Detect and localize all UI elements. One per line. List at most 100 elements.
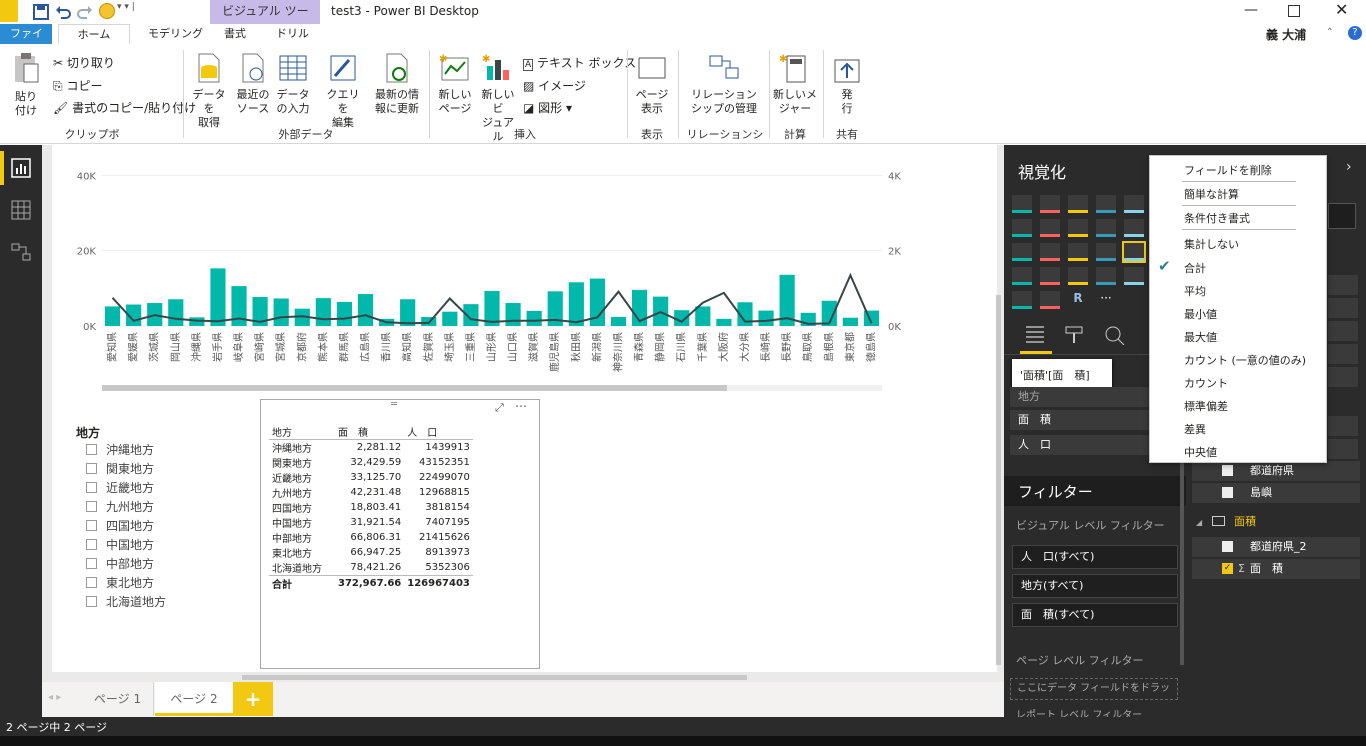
slicer-item[interactable]: 沖縄地方: [86, 441, 154, 460]
field-row-hidden[interactable]: [1328, 416, 1358, 436]
textbox-button[interactable]: A テキスト ボックス: [523, 54, 636, 71]
tab-modeling[interactable]: モデリング: [140, 24, 211, 44]
table-menseki[interactable]: ◢ 面積: [1196, 513, 1256, 529]
new-measure-button[interactable]: ✱ 新しいメ ジャー: [773, 52, 817, 116]
checkbox-unchecked[interactable]: [86, 539, 97, 550]
slicer-item[interactable]: 中部地方: [86, 555, 154, 574]
gauge-icon[interactable]: [1068, 267, 1088, 285]
tab-format[interactable]: 書式: [216, 24, 254, 44]
table-row[interactable]: 四国地方 18,803.41 3818154: [269, 500, 473, 515]
checkbox-unchecked[interactable]: [86, 463, 97, 474]
expand-pane-icon[interactable]: ›: [1346, 159, 1352, 175]
relationships-view-icon[interactable]: [11, 242, 31, 262]
slicer-item[interactable]: 北海道地方: [86, 593, 166, 612]
analytics-icon[interactable]: [1104, 325, 1126, 345]
checkbox-unchecked[interactable]: [1222, 487, 1233, 498]
context-menu-item[interactable]: フィールドを削除: [1184, 162, 1272, 178]
paste-button[interactable]: 貼り 付け: [10, 52, 42, 118]
total-row[interactable]: 合計 372,967.66 126967403: [269, 575, 473, 591]
table-row[interactable]: 沖縄地方 2,281.12 1439913: [269, 440, 473, 455]
map-icon[interactable]: [1096, 243, 1116, 261]
checkbox-checked-icon[interactable]: ✓: [1222, 563, 1233, 574]
table-row[interactable]: 近畿地方 33,125.70 22499070: [269, 470, 473, 485]
checkbox-unchecked[interactable]: [86, 596, 97, 607]
field-well-area[interactable]: 面 積: [1010, 410, 1150, 430]
checkbox-unchecked[interactable]: [86, 577, 97, 588]
checkbox-unchecked[interactable]: [86, 482, 97, 493]
user-name[interactable]: 義 大浦: [1266, 26, 1306, 43]
table-row[interactable]: 九州地方 42,231.48 12968815: [269, 485, 473, 500]
report-view-icon[interactable]: [11, 158, 31, 178]
treemap-icon[interactable]: [1068, 243, 1088, 261]
checkbox-unchecked[interactable]: [1222, 541, 1233, 552]
paint-roller-icon[interactable]: [1064, 325, 1086, 345]
100-bar-icon[interactable]: [1124, 195, 1144, 213]
checkbox-unchecked[interactable]: [86, 444, 97, 455]
focus-mode-icon[interactable]: ⤢: [495, 401, 504, 415]
context-menu-item[interactable]: 最大値: [1184, 329, 1217, 345]
card-icon[interactable]: [1096, 267, 1116, 285]
stacked-column-icon[interactable]: [1040, 195, 1060, 213]
context-menu-item[interactable]: 中央値: [1184, 444, 1217, 460]
table-row[interactable]: 関東地方 32,429.59 43152351: [269, 455, 473, 470]
field-todofuken-2[interactable]: 都道府県_2: [1192, 537, 1360, 557]
tab-file[interactable]: ファイル: [0, 24, 52, 60]
page-filter-drop-zone[interactable]: ここにデータ フィールドをドラッグ...: [1010, 678, 1178, 700]
tab-home[interactable]: ホーム: [58, 24, 130, 44]
smiley-feedback-icon[interactable]: [99, 3, 115, 19]
field-row-hidden[interactable]: [1328, 367, 1358, 387]
context-menu-item[interactable]: 平均: [1184, 283, 1206, 299]
more-visuals-icon[interactable]: ···: [1096, 291, 1116, 309]
new-page-button[interactable]: ✱ 新しい ページ: [434, 52, 476, 116]
field-row-hidden[interactable]: [1328, 321, 1358, 341]
clustered-bar-icon[interactable]: [1068, 195, 1088, 213]
line-column-icon[interactable]: [1096, 219, 1116, 237]
context-menu-item[interactable]: 合計: [1184, 260, 1206, 276]
recent-sources-button[interactable]: 最近の ソース: [232, 52, 274, 116]
close-icon[interactable]: ✕: [1335, 0, 1348, 19]
fields-well-icon[interactable]: [1024, 325, 1046, 345]
filter-region[interactable]: 地方(すべて): [1012, 574, 1178, 598]
context-menu-item[interactable]: 簡単な計算: [1184, 186, 1239, 202]
line-chart-icon[interactable]: [1012, 219, 1032, 237]
undo-icon[interactable]: [55, 4, 71, 20]
checkbox-unchecked[interactable]: [86, 501, 97, 512]
checkbox-unchecked[interactable]: [86, 520, 97, 531]
context-menu-item[interactable]: 差異: [1184, 421, 1206, 437]
combo-chart[interactable]: 0K 20K 40K 0K 2K 4K 愛知県 愛媛県 茨城県 岡山県 沖縄県 岩手県 岐阜県 宮崎県 宮城…: [52, 145, 912, 395]
table-row[interactable]: 中部地方 66,806.31 21415626: [269, 530, 473, 545]
data-view-icon[interactable]: [11, 200, 31, 220]
cut-button[interactable]: ✂ 切り取り: [53, 54, 115, 71]
collapse-ribbon-icon[interactable]: ˄: [1327, 26, 1333, 39]
filter-area[interactable]: 面 積(すべて): [1012, 603, 1178, 627]
checkbox-unchecked[interactable]: [1222, 465, 1233, 476]
scatter-icon[interactable]: [1012, 243, 1032, 261]
publish-button[interactable]: 発 行: [830, 52, 864, 116]
add-page-button[interactable]: +: [233, 682, 273, 716]
donut-icon[interactable]: [1040, 291, 1060, 309]
context-menu-item[interactable]: カウント: [1184, 375, 1228, 391]
context-menu-item[interactable]: 条件付き書式: [1184, 210, 1250, 226]
copy-button[interactable]: ⎘ コピー: [53, 77, 102, 94]
help-icon[interactable]: ?: [1348, 26, 1362, 40]
context-menu-item[interactable]: 標準偏差: [1184, 398, 1228, 414]
field-row-hidden[interactable]: [1328, 298, 1358, 318]
slicer-item[interactable]: 中国地方: [86, 536, 154, 555]
stacked-area-icon[interactable]: [1068, 219, 1088, 237]
column-header[interactable]: 面 積: [335, 424, 404, 440]
format-painter-button[interactable]: 🖌 書式のコピー/貼り付け: [53, 99, 196, 116]
context-menu-item[interactable]: 集計しない: [1184, 236, 1239, 252]
table-row[interactable]: 東北地方 66,947.25 8913973: [269, 545, 473, 560]
multi-row-card-icon[interactable]: [1124, 267, 1144, 285]
table-row[interactable]: 中国地方 31,921.54 7407195: [269, 515, 473, 530]
edit-queries-button[interactable]: クエリを 編集: [322, 52, 364, 130]
field-well-region[interactable]: 地方: [1010, 387, 1150, 407]
v-scrollbar[interactable]: [996, 295, 1001, 665]
field-well-population[interactable]: 人 口: [1010, 435, 1150, 455]
more-options-icon[interactable]: ⋯: [515, 399, 527, 413]
r-visual-icon[interactable]: R: [1068, 291, 1088, 309]
slicer-item[interactable]: 東北地方: [86, 574, 154, 593]
redo-icon[interactable]: [77, 4, 93, 20]
context-menu-item[interactable]: カウント (一意の値のみ): [1184, 352, 1306, 368]
refresh-button[interactable]: 最新の情 報に更新: [372, 52, 422, 116]
